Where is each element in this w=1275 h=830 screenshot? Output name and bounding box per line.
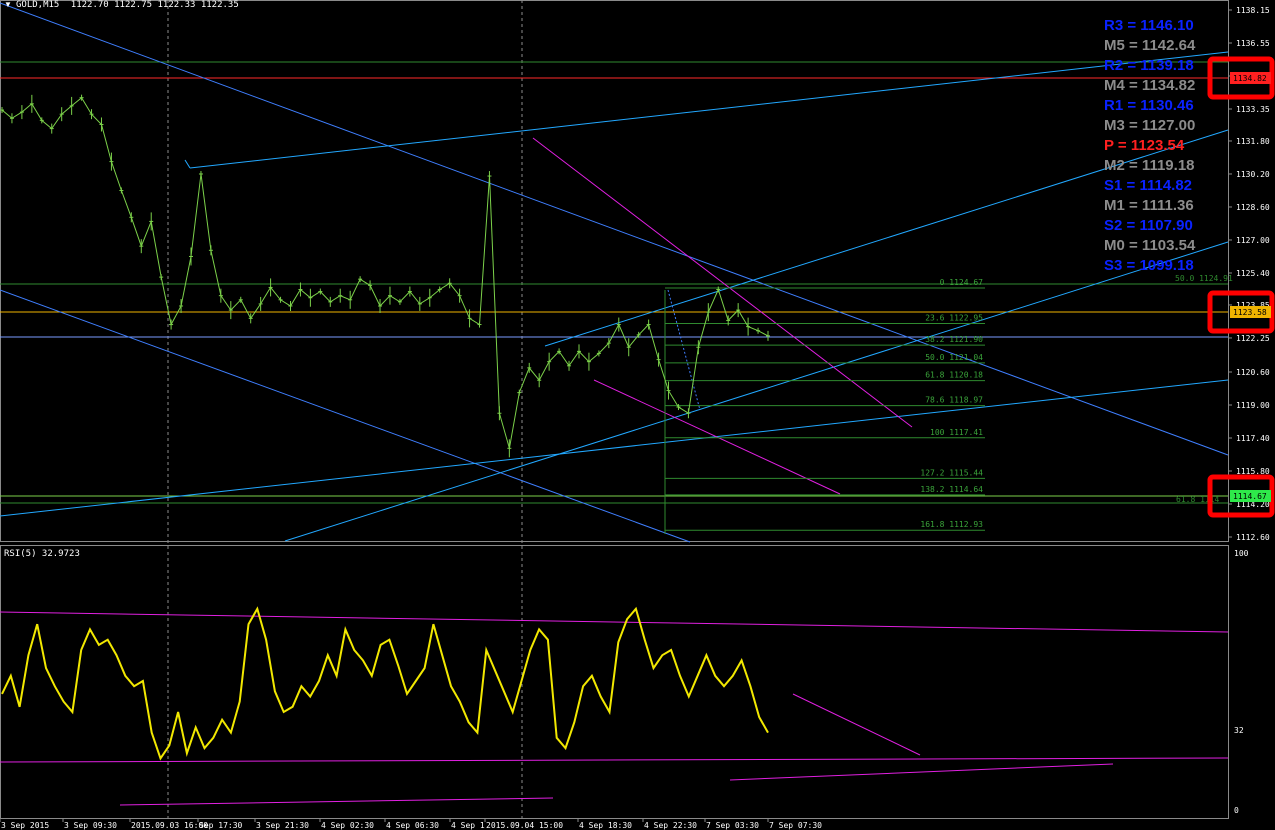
trendline-blue — [0, 2, 1229, 456]
rsi-axis-0: 0 — [1234, 806, 1239, 815]
time-tick-label: 3 Sep 2015 — [1, 821, 49, 830]
fib-level-label: 50.0 1121.04 — [925, 353, 983, 362]
price-tick-label: 1131.80 — [1236, 137, 1270, 146]
rsi-title: RSI(5) 32.9723 — [4, 549, 80, 559]
trendline-cyan — [189, 51, 1229, 169]
time-tick-label: Sep 17:30 — [199, 821, 243, 830]
rsi-trend-magenta — [792, 693, 921, 756]
trendline-magenta — [532, 137, 913, 428]
rsi-axis-100: 100 — [1234, 549, 1249, 558]
rsi-axis-32: 32 — [1234, 726, 1244, 735]
pivot-label: P = 1123.54 — [1104, 137, 1185, 154]
pivot-list: R3 = 1146.10 M5 = 1142.64 R2 = 1139.18 M4 =… — [1104, 17, 1196, 274]
price-tick-label: 1117.40 — [1236, 434, 1270, 443]
pivot-label: R1 = 1130.46 — [1104, 97, 1194, 114]
rsi-panel-border — [0, 545, 1229, 819]
price-line — [1, 96, 769, 449]
price-tick-label: 1130.20 — [1236, 170, 1270, 179]
price-tick-label: 1128.60 — [1236, 203, 1270, 212]
price-tag-label: 1134.82 — [1233, 74, 1267, 83]
time-tick-label: 3 Sep 09:30 — [64, 821, 117, 830]
fib-label-lower: 61.8 1114 — [1176, 495, 1220, 504]
fib-level-label: 38.2 1121.90 — [925, 335, 983, 344]
chart-header: GOLD,M15 1122.70 1122.75 1122.33 1122.35 — [16, 0, 239, 10]
fib-level-label: 23.6 1122.95 — [925, 314, 983, 323]
pivot-label: M2 = 1119.18 — [1104, 157, 1195, 174]
fibonacci-levels: 0 1124.67 23.6 1122.95 38.2 1121.90 50.0 11… — [665, 278, 985, 531]
time-tick-label: 4 Sep 1 — [451, 821, 485, 830]
price-tags: 1134.82 1123.58 1114.67 — [1207, 56, 1275, 518]
time-tick-label: 4 Sep 18:30 — [579, 821, 632, 830]
price-tick-label: 1120.60 — [1236, 368, 1270, 377]
time-tick-label: 7 Sep 07:30 — [769, 821, 822, 830]
time-tick-label: 4 Sep 22:30 — [644, 821, 697, 830]
price-tick-label: 1136.55 — [1236, 39, 1270, 48]
time-tick-label: 7 Sep 03:30 — [706, 821, 759, 830]
price-tag-label: 1123.58 — [1233, 308, 1267, 317]
pivot-label: M4 = 1134.82 — [1104, 77, 1195, 94]
rsi-trend-magenta — [729, 763, 1114, 781]
fib-level-label: 161.8 1112.93 — [920, 520, 983, 529]
rsi-line — [1, 606, 769, 761]
pivot-label: M5 = 1142.64 — [1104, 37, 1196, 54]
price-tick-label: 1138.15 — [1236, 6, 1270, 15]
price-panel-border — [0, 0, 1229, 542]
rsi-series — [1, 606, 769, 761]
time-axis: 3 Sep 2015 3 Sep 09:30 2015.09.03 16:00Sep… — [0, 818, 822, 830]
chart-title-arrow: ▼ — [4, 0, 12, 9]
pivot-label: R3 = 1146.10 — [1104, 17, 1194, 34]
time-tick-label: 2015.09.03 16:00 — [131, 821, 208, 830]
price-tick-label: 1125.40 — [1236, 269, 1270, 278]
price-tag-label: 1114.67 — [1233, 492, 1267, 501]
ohlc-label: 1122.70 1122.75 1122.33 1122.35 — [71, 0, 239, 10]
symbol-label: GOLD,M15 — [16, 0, 59, 10]
chart-canvas: 0 1124.67 23.6 1122.95 38.2 1121.90 50.0 11… — [0, 0, 1275, 830]
fib-level-label: 138.2 1114.64 — [920, 485, 983, 494]
fib-label-upper: 50.0 1124.91 — [1175, 274, 1233, 283]
time-tick-label: 4 Sep 06:30 — [386, 821, 439, 830]
price-axis: 1138.151136.551134.951133.351131.801130.… — [1228, 6, 1270, 542]
trendline-dotted — [667, 289, 701, 411]
time-tick-label: 4 Sep 02:30 — [321, 821, 374, 830]
pivot-label: S1 = 1114.82 — [1104, 177, 1192, 194]
price-tick-label: 1127.00 — [1236, 236, 1270, 245]
fib-level-label: 78.6 1118.97 — [925, 396, 983, 405]
trendline-magenta — [593, 379, 841, 495]
trendline-cyan — [184, 159, 191, 169]
price-series — [0, 94, 770, 458]
fib-level-label: 127.2 1115.44 — [920, 468, 983, 477]
pivot-label: R2 = 1139.18 — [1104, 57, 1194, 74]
pivot-label: M1 = 1111.36 — [1104, 197, 1194, 214]
time-tick-label: 2015.09.04 15:00 — [486, 821, 563, 830]
pivot-label: M3 = 1127.00 — [1104, 117, 1195, 134]
pivot-label: M0 = 1103.54 — [1104, 237, 1196, 254]
price-tick-label: 1122.25 — [1236, 334, 1270, 343]
price-tick-label: 1133.35 — [1236, 105, 1270, 114]
pivot-label: S2 = 1107.90 — [1104, 217, 1193, 234]
price-tick-label: 1112.60 — [1236, 533, 1270, 542]
fib-level-label: 100 1117.41 — [930, 428, 983, 437]
price-tick-label: 1119.00 — [1236, 401, 1270, 410]
rsi-trend-magenta — [0, 611, 1229, 633]
rsi-trend-magenta — [0, 757, 1229, 763]
fib-level-label: 0 1124.67 — [940, 278, 984, 287]
time-tick-label: 3 Sep 21:30 — [256, 821, 309, 830]
rsi-trend-magenta — [119, 797, 554, 806]
fib-level-label: 61.8 1120.18 — [925, 371, 983, 380]
pivot-label: S3 = 1099.18 — [1104, 257, 1194, 274]
